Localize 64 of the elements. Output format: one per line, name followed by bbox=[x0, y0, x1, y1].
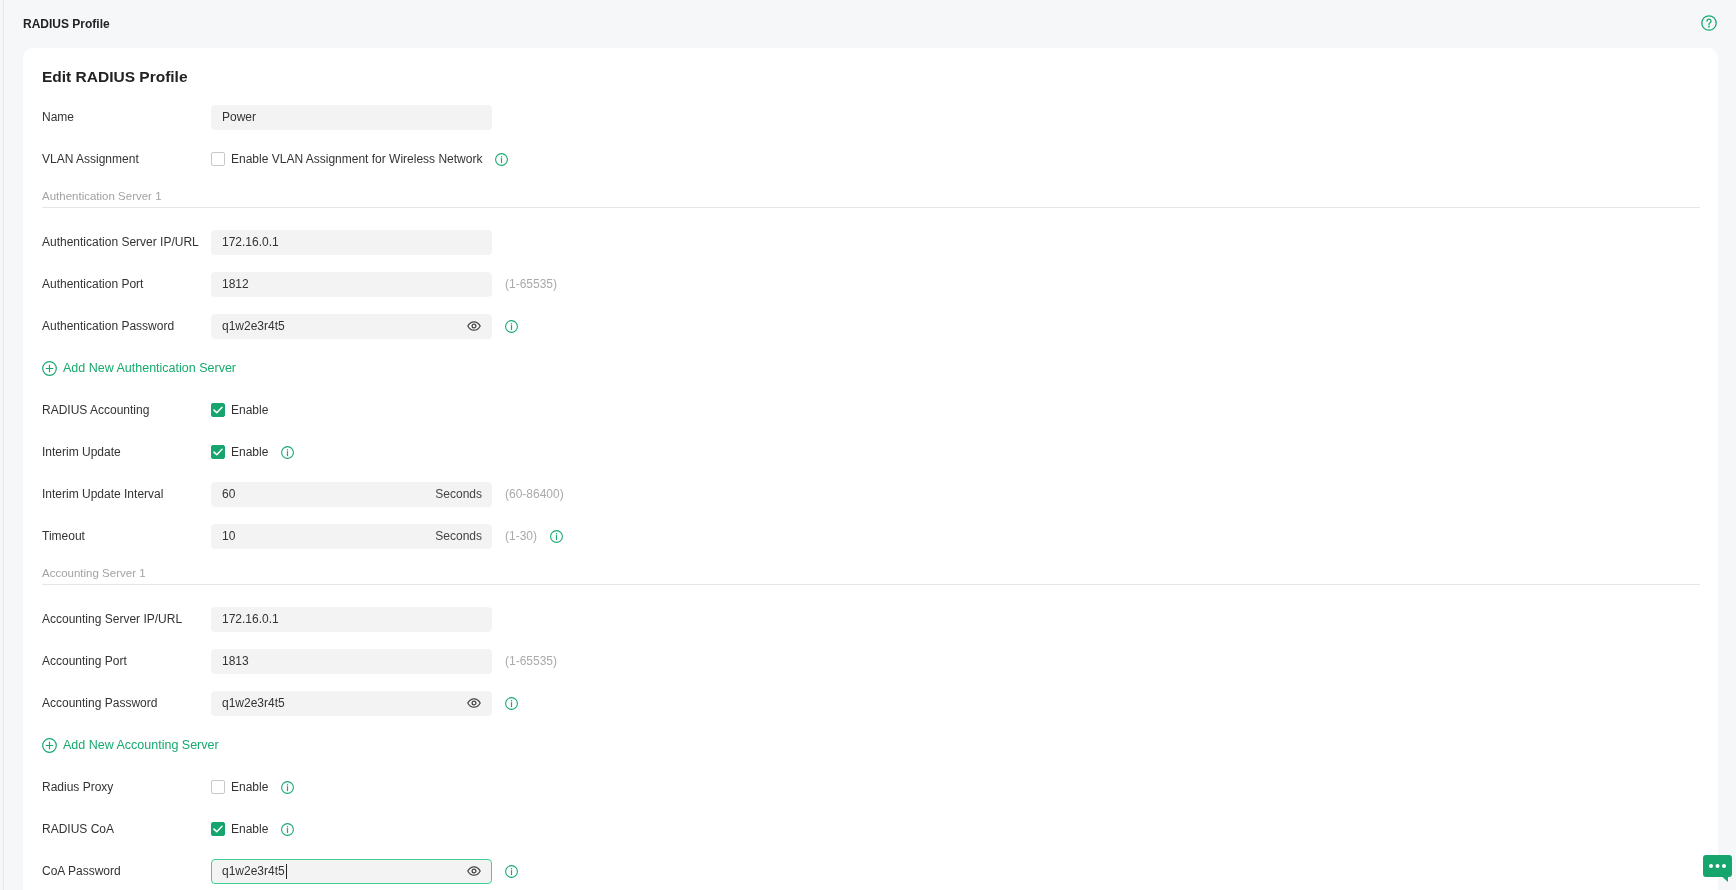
eye-icon[interactable] bbox=[467, 866, 481, 876]
info-icon[interactable] bbox=[550, 529, 563, 543]
checkmark-icon bbox=[213, 448, 223, 456]
checkmark-icon bbox=[213, 825, 223, 833]
field-label: Authentication Port bbox=[42, 277, 145, 291]
checkbox[interactable] bbox=[211, 152, 225, 166]
info-icon[interactable] bbox=[505, 696, 518, 710]
section-title: Authentication Server 1 bbox=[42, 190, 162, 202]
chat-button[interactable] bbox=[1703, 855, 1732, 882]
field-label: RADIUS Accounting bbox=[42, 403, 151, 417]
field-label: Timeout bbox=[42, 529, 86, 543]
info-icon[interactable] bbox=[495, 152, 509, 166]
eye-icon[interactable] bbox=[467, 321, 481, 331]
input-field[interactable]: 172.16.0.1 bbox=[211, 606, 492, 632]
form-title: Edit RADIUS Profile bbox=[42, 68, 188, 86]
info-icon[interactable] bbox=[281, 822, 295, 836]
range-hint: (1-30) bbox=[505, 529, 537, 543]
checkbox-label[interactable]: Enable bbox=[231, 780, 269, 794]
checkbox[interactable] bbox=[211, 780, 225, 794]
info-icon[interactable] bbox=[505, 319, 518, 333]
range-hint: (1-65535) bbox=[505, 654, 558, 668]
field-label: Interim Update Interval bbox=[42, 487, 165, 501]
input-field[interactable]: Power bbox=[211, 104, 492, 130]
checkbox-label[interactable]: Enable bbox=[231, 403, 269, 417]
checkbox-label[interactable]: Enable bbox=[231, 445, 269, 459]
range-hint: (1-65535) bbox=[505, 277, 558, 291]
checkmark-icon bbox=[213, 406, 223, 414]
field-label: Accounting Port bbox=[42, 654, 128, 668]
input-field[interactable]: 10 Seconds bbox=[211, 523, 492, 549]
checkbox[interactable] bbox=[211, 822, 225, 836]
field-label: Authentication Password bbox=[42, 319, 176, 333]
input-field[interactable]: 60 Seconds bbox=[211, 481, 492, 507]
unit-label: Seconds bbox=[435, 529, 482, 543]
checkbox-label[interactable]: Enable VLAN Assignment for Wireless Network bbox=[231, 152, 483, 166]
help-icon[interactable] bbox=[1701, 15, 1717, 31]
password-field[interactable]: q1w2e3r4t5 bbox=[211, 313, 492, 339]
range-hint: (60-86400) bbox=[505, 487, 564, 501]
field-label: Name bbox=[42, 110, 75, 124]
section-title: Accounting Server 1 bbox=[42, 567, 146, 579]
input-field[interactable]: 1813 bbox=[211, 648, 492, 674]
info-icon[interactable] bbox=[505, 864, 518, 878]
field-label: Accounting Password bbox=[42, 696, 159, 710]
checkbox-label[interactable]: Enable bbox=[231, 822, 269, 836]
unit-label: Seconds bbox=[435, 487, 482, 501]
field-label: Authentication Server IP/URL bbox=[42, 235, 200, 249]
field-label: CoA Password bbox=[42, 864, 122, 878]
plus-circle-icon bbox=[42, 360, 57, 376]
plus-circle-icon bbox=[42, 737, 57, 753]
field-label: VLAN Assignment bbox=[42, 152, 140, 166]
info-icon[interactable] bbox=[281, 780, 295, 794]
checkbox[interactable] bbox=[211, 445, 225, 459]
password-field[interactable]: q1w2e3r4t5 bbox=[211, 690, 492, 716]
info-icon[interactable] bbox=[281, 445, 295, 459]
field-label: Interim Update bbox=[42, 445, 122, 459]
text-cursor bbox=[285, 863, 287, 879]
checkbox[interactable] bbox=[211, 403, 225, 417]
input-field[interactable]: 1812 bbox=[211, 271, 492, 297]
page-title: RADIUS Profile bbox=[23, 17, 110, 31]
field-label: RADIUS CoA bbox=[42, 822, 116, 836]
password-field[interactable]: q1w2e3r4t5 bbox=[211, 858, 492, 884]
input-field[interactable]: 172.16.0.1 bbox=[211, 229, 492, 255]
field-label: Accounting Server IP/URL bbox=[42, 612, 184, 626]
field-label: Radius Proxy bbox=[42, 780, 115, 794]
eye-icon[interactable] bbox=[467, 698, 481, 708]
